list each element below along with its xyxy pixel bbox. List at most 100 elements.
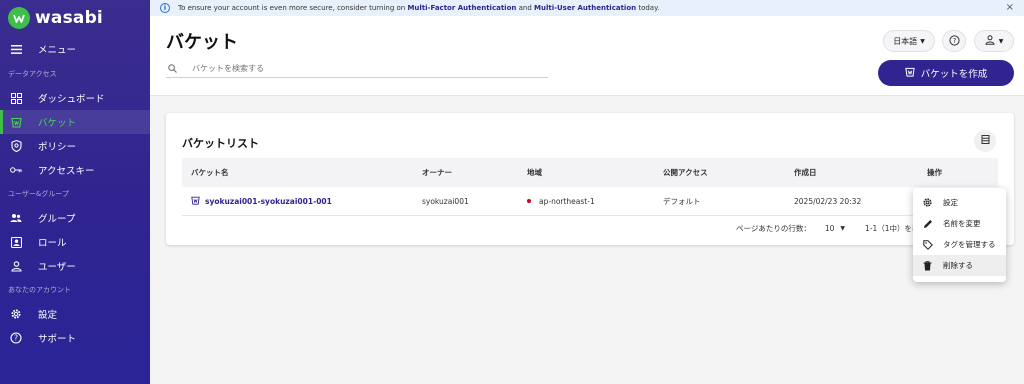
rows-per-page-label: ページあたりの行数： xyxy=(736,224,811,233)
search-input[interactable] xyxy=(192,64,532,73)
sidebar-item-label: バケット xyxy=(38,118,77,129)
region-name: ap-northeast-1 xyxy=(539,196,595,206)
menu-toggle[interactable]: メニュー xyxy=(0,36,150,62)
caret-down-icon: ▼ xyxy=(998,37,1004,45)
sidebar-item-label: ポリシー xyxy=(38,142,77,153)
table-row: syokuzai001-syokuzai001-001 syokuzai001 … xyxy=(182,187,998,216)
menu-item-label: タグを管理する xyxy=(943,240,996,249)
language-label: 日本語 xyxy=(893,36,918,46)
menu-item-rename[interactable]: 名前を変更 xyxy=(913,213,1006,234)
column-header[interactable]: バケット名 xyxy=(191,167,229,178)
banner-text: To ensure your account is even more secu… xyxy=(178,4,660,12)
bucket-list-card: バケットリスト バケット名 オーナー 地域 公開アクセス 作成日 操作 syok… xyxy=(166,113,1014,245)
menu-item-manage-tags[interactable]: タグを管理する xyxy=(913,234,1006,255)
sidebar-item-label: グループ xyxy=(38,214,76,225)
caret-down-icon: ▼ xyxy=(920,37,925,45)
column-header: 操作 xyxy=(927,168,942,177)
tag-icon xyxy=(922,239,933,250)
column-header[interactable]: 地域 xyxy=(527,167,542,178)
sidebar: wasabi メニュー データアクセス ダッシュボード バケット ポリシー アク… xyxy=(0,0,150,384)
gear-icon xyxy=(10,308,22,320)
sidebar-item-policies[interactable]: ポリシー xyxy=(0,134,150,158)
columns-icon xyxy=(981,135,990,147)
sidebar-item-label: ダッシュボード xyxy=(38,94,105,105)
role-icon xyxy=(10,236,22,248)
svg-text:?: ? xyxy=(14,334,18,343)
sidebar-item-support[interactable]: ? サポート xyxy=(0,326,150,350)
help-icon: ? xyxy=(10,332,22,344)
language-select[interactable]: 日本語 ▼ xyxy=(883,30,935,52)
column-header[interactable]: オーナー xyxy=(422,167,452,178)
sidebar-item-roles[interactable]: ロール xyxy=(0,230,150,254)
user-icon xyxy=(10,260,22,272)
wasabi-logo[interactable]: wasabi xyxy=(0,0,150,36)
gear-icon xyxy=(922,197,933,208)
user-icon xyxy=(985,35,995,47)
sidebar-item-label: アクセスキー xyxy=(38,166,95,177)
menu-item-label: 設定 xyxy=(943,198,958,207)
sidebar-item-users[interactable]: ユーザー xyxy=(0,254,150,278)
section-your-account: あなたのアカウント xyxy=(8,286,71,294)
menu-item-label: 削除する xyxy=(943,261,973,270)
bucket-icon xyxy=(10,116,22,128)
rows-per-page-select[interactable]: 10 ▼ xyxy=(825,224,845,233)
bucket-name: syokuzai001-syokuzai001-001 xyxy=(205,196,332,206)
bucket-icon xyxy=(191,196,200,207)
pagination: ページあたりの行数： 10 ▼ 1-1（1中）を表 xyxy=(736,223,920,234)
sidebar-item-label: サポート xyxy=(38,334,77,345)
wasabi-logo-icon xyxy=(8,7,30,29)
sidebar-item-label: ロール xyxy=(38,238,67,249)
user-menu-button[interactable]: ▼ xyxy=(974,30,1014,52)
bucket-name-link[interactable]: syokuzai001-syokuzai001-001 xyxy=(191,196,332,207)
key-icon xyxy=(10,164,22,176)
sidebar-item-access-keys[interactable]: アクセスキー xyxy=(0,158,150,182)
pagination-range: 1-1（1中）を表 xyxy=(865,224,920,233)
page-header: バケット 日本語 ▼ ? ▼ バケットを作成 xyxy=(150,16,1024,96)
bucket-icon xyxy=(905,67,915,80)
help-button[interactable]: ? xyxy=(942,30,966,52)
section-users-groups: ユーザー&グループ xyxy=(8,190,69,198)
table-header: バケット名 オーナー 地域 公開アクセス 作成日 操作 xyxy=(182,158,998,187)
column-header[interactable]: 作成日 xyxy=(794,167,817,178)
sidebar-item-buckets[interactable]: バケット xyxy=(0,110,150,134)
menu-item-label: 名前を変更 xyxy=(943,219,981,228)
card-title: バケットリスト xyxy=(182,137,259,150)
search-icon xyxy=(168,63,178,74)
close-icon[interactable]: × xyxy=(1006,2,1014,13)
column-header[interactable]: 公開アクセス xyxy=(663,167,708,178)
japan-flag-icon xyxy=(527,199,531,203)
bucket-owner: syokuzai001 xyxy=(422,196,469,206)
wasabi-logo-text: wasabi xyxy=(35,8,103,28)
caret-down-icon: ▼ xyxy=(840,225,846,232)
columns-button[interactable] xyxy=(974,130,996,152)
sidebar-item-label: 設定 xyxy=(38,310,58,321)
bucket-public-access: デフォルト xyxy=(663,196,701,206)
mua-link[interactable]: Multi-User Authentication xyxy=(534,4,636,12)
mfa-link[interactable]: Multi-Factor Authentication xyxy=(407,4,516,12)
rows-per-page-value: 10 xyxy=(824,224,835,233)
create-bucket-label: バケットを作成 xyxy=(920,69,988,80)
security-banner: i To ensure your account is even more se… xyxy=(150,0,1024,16)
policy-icon xyxy=(10,140,22,152)
hamburger-icon xyxy=(10,43,22,55)
pencil-icon xyxy=(922,218,933,229)
bucket-actions-menu: 設定 名前を変更 タグを管理する 削除する xyxy=(913,188,1006,282)
section-data-access: データアクセス xyxy=(8,70,57,78)
sidebar-item-label: ユーザー xyxy=(38,262,76,273)
menu-item-settings[interactable]: 設定 xyxy=(913,192,1006,213)
help-icon: ? xyxy=(948,34,960,48)
create-bucket-button[interactable]: バケットを作成 xyxy=(878,60,1014,86)
info-icon: i xyxy=(160,3,170,13)
search-bar xyxy=(166,60,548,78)
sidebar-item-groups[interactable]: グループ xyxy=(0,206,150,230)
svg-text:?: ? xyxy=(952,37,956,45)
menu-label: メニュー xyxy=(38,45,77,56)
page-title: バケット xyxy=(166,32,238,53)
dashboard-icon xyxy=(10,92,22,104)
group-icon xyxy=(10,212,22,224)
bucket-created-date: 2025/02/23 20:32 xyxy=(794,196,862,206)
menu-item-delete[interactable]: 削除する xyxy=(913,255,1006,276)
trash-icon xyxy=(922,260,933,271)
sidebar-item-dashboard[interactable]: ダッシュボード xyxy=(0,86,150,110)
sidebar-item-settings[interactable]: 設定 xyxy=(0,302,150,326)
